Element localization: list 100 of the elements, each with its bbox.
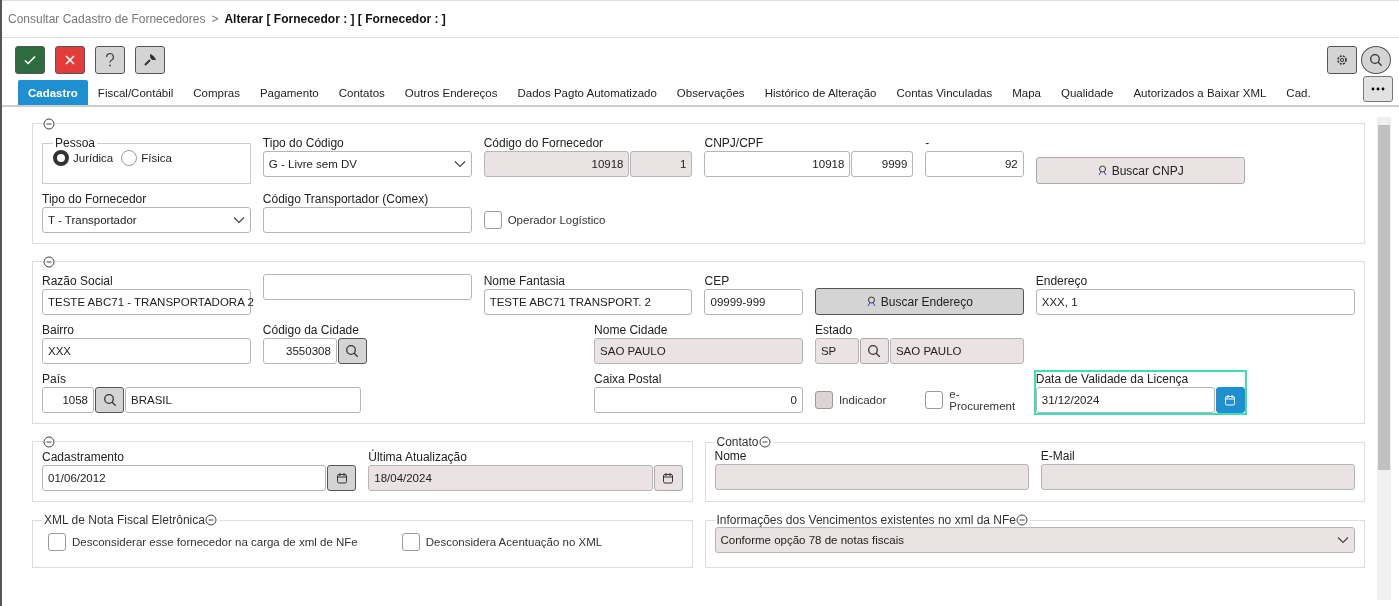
chevron-down-icon [453, 160, 466, 168]
tab[interactable]: Dados Pagto Automatizado [507, 80, 667, 105]
search-icon [867, 344, 882, 358]
field-label: Endereço [1035, 274, 1089, 288]
radio-label: Física [141, 152, 172, 164]
field-label: Última Atualização [368, 450, 468, 464]
code-type-dropdown[interactable]: G - Livre sem DV [262, 151, 472, 177]
field-label: Código da Cidade [262, 323, 360, 337]
city-code-field[interactable]: 3550308 [262, 338, 337, 364]
search-address-button[interactable]: Buscar Endereço [814, 288, 1024, 315]
collapse-icon[interactable] [204, 514, 217, 526]
collapse-icon[interactable] [1016, 514, 1028, 526]
field-label: CNPJ/CPF [704, 136, 765, 150]
tab[interactable]: Contas Vinculadas [886, 80, 1003, 105]
field-label: País [42, 372, 67, 386]
date-field[interactable]: 31/12/2024 [1035, 387, 1215, 413]
district-field[interactable]: XXX [42, 338, 251, 364]
field-label: Nome Fantasia [483, 274, 567, 288]
radio-button[interactable] [53, 150, 69, 166]
cnpj-field[interactable]: 9999 [851, 151, 914, 177]
field-label: Bairro [42, 323, 75, 337]
checkbox-label: Operador Logístico [507, 214, 606, 226]
chevron-down-icon [1337, 536, 1349, 544]
search-icon [345, 344, 360, 358]
tab[interactable]: Fiscal/Contábil [87, 80, 184, 105]
breadcrumb-current: Alterar [ Fornecedor : ] [ Fornecedor : ] [224, 12, 446, 26]
tab[interactable]: Qualidade [1050, 80, 1124, 105]
group-legend: XML de Nota Fiscal Eletrônica [44, 513, 205, 527]
search-person-icon [865, 296, 877, 307]
field-label: Código Transportador (Comex) [262, 192, 430, 206]
ellipsis-icon [1371, 87, 1385, 91]
country-name-field[interactable]: BRASIL [125, 387, 362, 413]
po-box-field[interactable]: 0 [594, 387, 803, 413]
collapse-icon[interactable] [758, 436, 771, 448]
tab[interactable]: Compras [183, 80, 250, 105]
group-legend: Contato [716, 435, 759, 449]
gear-icon [1336, 54, 1348, 66]
search-button[interactable] [859, 338, 889, 364]
field-label: - [925, 136, 931, 150]
tab[interactable]: Cadastro [18, 80, 88, 105]
question-icon [104, 52, 116, 68]
save-button[interactable] [15, 46, 45, 74]
help-button[interactable] [95, 46, 125, 74]
tab[interactable]: Mapa [1002, 80, 1051, 105]
breadcrumb-separator: > [211, 12, 219, 26]
checkbox[interactable] [48, 533, 66, 551]
group-legend: Pessoa [53, 136, 98, 150]
checkbox-label: e-Procurement [949, 388, 1017, 412]
field-label: Estado [814, 323, 854, 337]
settings-button[interactable] [1327, 46, 1357, 74]
tab[interactable]: Cad. [1276, 80, 1321, 105]
search-person-icon [1096, 165, 1108, 176]
tools-button[interactable] [135, 46, 165, 74]
field-label: E-Mail [1040, 449, 1076, 463]
search-button[interactable] [337, 338, 367, 364]
field-label: Cadastramento [42, 450, 126, 464]
group-legend: Informações dos Vencimentos existentes no xml da NFe [716, 513, 1016, 527]
field-label: CEP [704, 274, 731, 288]
calendar-button[interactable] [653, 465, 683, 491]
radio-label: Jurídica [73, 152, 114, 164]
date-field[interactable]: 01/06/2012 [42, 465, 327, 491]
cancel-button[interactable] [55, 46, 85, 74]
field-label: Razão Social [42, 274, 114, 288]
field-label: Tipo do Fornecedor [42, 192, 148, 206]
field-label: Data de Validade da Licença [1035, 372, 1190, 386]
tab[interactable]: Histórico de Alteração [754, 80, 887, 105]
field-label: Nome Cidade [594, 323, 669, 337]
search-button[interactable] [1361, 46, 1391, 74]
checkbox[interactable] [401, 533, 420, 551]
tab[interactable]: Outros Endereços [394, 80, 508, 105]
tab[interactable]: Observações [666, 80, 755, 105]
wrench-icon [143, 53, 157, 67]
supplier-type-dropdown[interactable]: T - Transportador [42, 207, 251, 233]
breadcrumb-link[interactable]: Consultar Cadastro de Fornecedores [8, 12, 206, 26]
field-label: Caixa Postal [594, 372, 663, 386]
search-button[interactable] [95, 387, 124, 413]
collapse-icon[interactable] [43, 118, 55, 130]
scrollbar[interactable] [1377, 117, 1391, 600]
checkbox[interactable] [925, 391, 944, 409]
country-code-field[interactable]: 1058 [42, 387, 94, 413]
text-field[interactable] [262, 274, 472, 300]
carrier-code-field[interactable] [262, 207, 472, 233]
check-icon [23, 53, 37, 67]
tab[interactable]: Autorizados a Baixar XML [1123, 80, 1277, 105]
collapse-icon[interactable] [43, 436, 55, 448]
checkbox-label: Desconsiderar esse fornecedor na carga de xml de NFe [72, 536, 358, 548]
calendar-button[interactable] [327, 465, 357, 491]
trade-name-field[interactable]: TESTE ABC71 TRANSPORT. 2 [483, 289, 693, 315]
tab[interactable]: Contatos [328, 80, 395, 105]
checkbox[interactable] [483, 211, 502, 229]
field-label: Nome [714, 449, 748, 463]
collapse-icon[interactable] [43, 256, 55, 268]
checkbox-label: Indicador [838, 394, 887, 406]
cnpj-field[interactable]: 10918 [704, 151, 851, 177]
check-digit-field[interactable]: 92 [925, 151, 1024, 177]
zip-code-field[interactable]: 09999-999 [704, 289, 803, 315]
close-icon [64, 54, 76, 66]
tab[interactable]: Pagamento [249, 80, 329, 105]
address-field[interactable]: XXX, 1 [1035, 289, 1355, 315]
checkbox-label: Desconsidera Acentuação no XML [425, 536, 603, 548]
